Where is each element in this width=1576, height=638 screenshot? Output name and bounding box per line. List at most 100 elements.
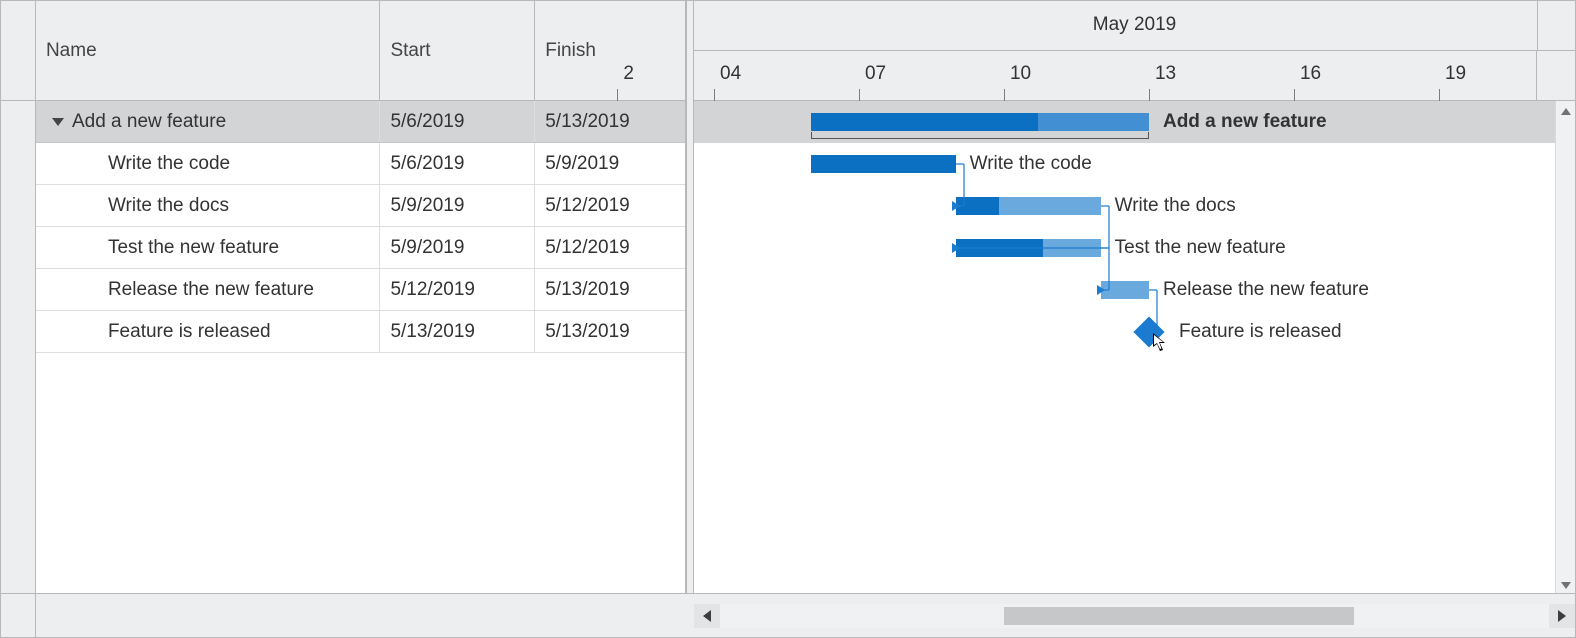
remaining-fill xyxy=(1101,281,1149,299)
horizontal-scrollbar[interactable] xyxy=(694,604,1575,628)
cell-finish[interactable]: 5/12/2019 xyxy=(535,185,685,226)
timeline-month-label: May 2019 xyxy=(694,1,1575,51)
timeline-tick-mark xyxy=(859,89,860,101)
table-row[interactable]: Add a new feature 5/6/20195/13/2019 xyxy=(1,101,685,143)
gantt-bar-label: Write the docs xyxy=(1115,195,1236,217)
table-row[interactable]: Release the new feature 5/12/20195/13/201… xyxy=(1,269,685,311)
cell-start[interactable]: 5/6/2019 xyxy=(380,143,535,184)
progress-fill xyxy=(811,113,1038,131)
cell-finish[interactable]: 5/13/2019 xyxy=(535,269,685,310)
task-name-text: Add a new feature xyxy=(72,111,226,133)
task-grid: Name Start Finish Add a new feature 5/6/2… xyxy=(1,1,686,595)
gantt-summary-bar[interactable] xyxy=(811,113,1149,131)
remaining-fill xyxy=(1043,239,1101,257)
cell-start[interactable]: 5/9/2019 xyxy=(380,185,535,226)
task-name-text: Test the new feature xyxy=(108,237,279,259)
timeline-day-tick: 10 xyxy=(1010,63,1031,85)
cell-finish[interactable]: 5/12/2019 xyxy=(535,227,685,268)
gantt-app: Name Start Finish Add a new feature 5/6/2… xyxy=(0,0,1576,638)
gantt-task-bar[interactable] xyxy=(956,239,1101,257)
timeline-header-right-cap xyxy=(1537,1,1575,51)
chevron-right-icon xyxy=(1558,610,1566,622)
chevron-left-icon xyxy=(703,610,711,622)
mouse-cursor-icon xyxy=(1153,333,1167,353)
table-row[interactable]: Write the docs 5/9/20195/12/2019 xyxy=(1,185,685,227)
gantt-row[interactable]: Add a new feature xyxy=(694,101,1555,143)
chevron-up-icon xyxy=(1561,108,1571,115)
gantt-bar-label: Add a new feature xyxy=(1163,111,1327,133)
cell-finish[interactable]: 5/9/2019 xyxy=(535,143,685,184)
timeline-month-text: May 2019 xyxy=(1093,14,1176,36)
cell-name[interactable]: Write the docs xyxy=(36,185,380,226)
gantt-bar-label: Test the new feature xyxy=(1115,237,1286,259)
timeline-day-tick: 19 xyxy=(1445,63,1466,85)
timeline-tick-mark xyxy=(1439,89,1440,101)
cell-finish[interactable]: 5/13/2019 xyxy=(535,311,685,352)
table-row[interactable]: Test the new feature 5/9/20195/12/2019 xyxy=(1,227,685,269)
bottom-strip xyxy=(1,593,1575,637)
timeline-tick-mark xyxy=(1004,89,1005,101)
gantt-task-bar[interactable] xyxy=(811,155,956,173)
cell-start[interactable]: 5/12/2019 xyxy=(380,269,535,310)
column-header-name[interactable]: Name xyxy=(36,1,380,100)
timeline-day-tick: 07 xyxy=(865,63,886,85)
gantt-task-bar[interactable] xyxy=(1101,281,1149,299)
cell-name[interactable]: Write the code xyxy=(36,143,380,184)
cell-name[interactable]: Release the new feature xyxy=(36,269,380,310)
timeline-day-scale-right-border xyxy=(1536,51,1537,101)
cell-name[interactable]: Add a new feature xyxy=(36,101,380,142)
timeline-day-tick: 13 xyxy=(1155,63,1176,85)
grid-indicator-column-bg xyxy=(1,101,36,595)
cell-finish[interactable]: 5/13/2019 xyxy=(535,101,685,142)
scroll-up-button[interactable] xyxy=(1556,101,1576,121)
task-name-text: Write the docs xyxy=(108,195,229,217)
splitter[interactable] xyxy=(686,1,694,595)
timeline-tick-mark xyxy=(617,89,618,101)
expand-collapse-icon[interactable] xyxy=(52,118,64,126)
remaining-fill xyxy=(999,197,1101,215)
timeline-tick-mark xyxy=(1294,89,1295,101)
gantt-row[interactable]: Write the code xyxy=(694,143,1555,185)
column-header-finish[interactable]: Finish xyxy=(535,1,685,100)
gantt-row[interactable]: Test the new feature xyxy=(694,227,1555,269)
cell-name[interactable]: Test the new feature xyxy=(36,227,380,268)
timeline-day-tick: 04 xyxy=(720,63,741,85)
timeline-tick-mark xyxy=(714,89,715,101)
grid-body: Add a new feature5/6/20195/13/2019Write … xyxy=(1,101,685,353)
cell-start[interactable]: 5/6/2019 xyxy=(380,101,535,142)
gantt-row[interactable]: Release the new feature xyxy=(694,269,1555,311)
timeline-day-tick: 2 xyxy=(623,63,634,85)
scroll-thumb[interactable] xyxy=(1004,607,1354,625)
gantt-canvas[interactable]: Add a new feature Write the code Write the… xyxy=(694,101,1555,595)
summary-bracket-icon xyxy=(811,133,1149,139)
progress-fill xyxy=(811,155,956,173)
scroll-right-button[interactable] xyxy=(1549,604,1575,628)
cell-name[interactable]: Feature is released xyxy=(36,311,380,352)
gantt-bar-label: Release the new feature xyxy=(1163,279,1369,301)
vertical-scrollbar[interactable] xyxy=(1555,101,1575,595)
timeline-day-tick: 16 xyxy=(1300,63,1321,85)
cell-start[interactable]: 5/13/2019 xyxy=(380,311,535,352)
scroll-left-button[interactable] xyxy=(694,604,720,628)
bottom-left-cap xyxy=(1,594,36,637)
timeline-day-scale: 0407101316192 xyxy=(694,51,1575,101)
scroll-down-button[interactable] xyxy=(1556,575,1576,595)
progress-fill xyxy=(956,197,999,215)
gantt-bar-label: Feature is released xyxy=(1179,321,1342,343)
gantt-row[interactable]: Feature is released xyxy=(694,311,1555,353)
gantt-timeline: May 2019 0407101316192 Add a new feature… xyxy=(694,1,1575,595)
gantt-task-bar[interactable] xyxy=(956,197,1101,215)
gantt-row[interactable]: Write the docs xyxy=(694,185,1555,227)
grid-header: Name Start Finish xyxy=(1,1,685,101)
timeline-tick-mark xyxy=(1149,89,1150,101)
gantt-bar-label: Write the code xyxy=(970,153,1092,175)
timeline-header: May 2019 0407101316192 xyxy=(694,1,1575,101)
task-name-text: Release the new feature xyxy=(108,279,314,301)
grid-header-indicator xyxy=(1,1,36,100)
cell-start[interactable]: 5/9/2019 xyxy=(380,227,535,268)
column-header-start[interactable]: Start xyxy=(380,1,535,100)
remaining-fill xyxy=(1038,113,1149,131)
table-row[interactable]: Write the code 5/6/20195/9/2019 xyxy=(1,143,685,185)
table-row[interactable]: Feature is released5/13/20195/13/2019 xyxy=(1,311,685,353)
task-name-text: Write the code xyxy=(108,153,230,175)
